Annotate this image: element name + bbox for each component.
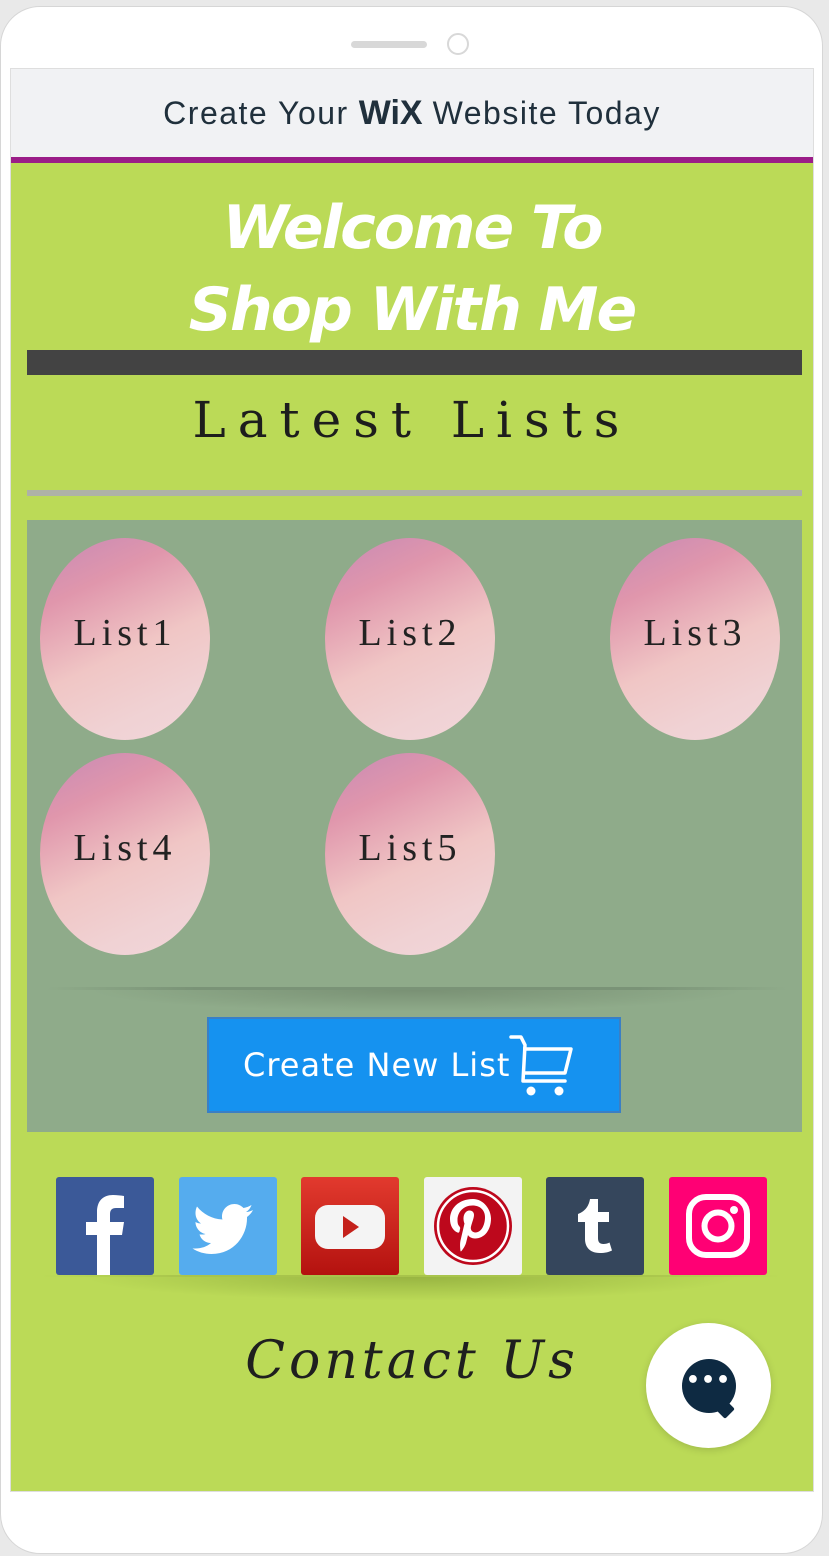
list-label: List2 [358, 612, 462, 654]
section-title: Latest Lists [192, 391, 632, 449]
facebook-icon[interactable] [56, 1177, 154, 1275]
wix-banner[interactable]: Create Your WiX Website Today [11, 69, 813, 163]
list-item-1[interactable]: List1 [40, 538, 210, 740]
chat-dots: ••• [685, 1368, 732, 1393]
panel-divider [47, 987, 787, 1012]
list-label: List1 [73, 612, 177, 654]
banner-pre: Create Your [163, 94, 349, 131]
shopping-cart-icon [509, 1035, 573, 1096]
wix-logo: WiX [358, 93, 423, 132]
twitter-icon[interactable] [179, 1177, 277, 1275]
chat-icon: ••• [681, 1358, 736, 1413]
phone-speaker [351, 41, 427, 48]
tumblr-icon[interactable] [546, 1177, 644, 1275]
list-item-4[interactable]: List4 [40, 753, 210, 955]
list-item-5[interactable]: List5 [325, 753, 495, 955]
pinterest-icon[interactable] [424, 1177, 522, 1275]
create-new-list-label: Create New List [243, 1046, 511, 1084]
divider-grey [27, 490, 802, 496]
list-item-2[interactable]: List2 [325, 538, 495, 740]
instagram-icon[interactable] [669, 1177, 767, 1275]
hero-title: Welcome To Shop With Me [11, 187, 813, 351]
chat-button[interactable]: ••• [646, 1323, 771, 1448]
divider-dark [27, 350, 802, 375]
phone-camera [447, 33, 469, 55]
list-item-3[interactable]: List3 [610, 538, 780, 740]
banner-post: Website Today [432, 94, 661, 131]
list-label: List4 [73, 827, 177, 869]
social-bar [56, 1177, 768, 1275]
lists-panel: List1 List2 List3 List4 List5 Create New… [27, 520, 802, 1132]
site-screen: Create Your WiX Website Today Welcome To S… [10, 68, 814, 1492]
youtube-icon[interactable] [301, 1177, 399, 1275]
create-new-list-button[interactable]: Create New List [207, 1017, 621, 1113]
socials-divider [41, 1275, 781, 1301]
hero-title-line2: Shop With Me [188, 275, 637, 345]
banner-text[interactable]: Create Your WiX Website Today [163, 94, 661, 133]
list-label: List3 [643, 612, 747, 654]
hero-title-line1: Welcome To [222, 193, 604, 263]
list-label: List5 [358, 827, 462, 869]
